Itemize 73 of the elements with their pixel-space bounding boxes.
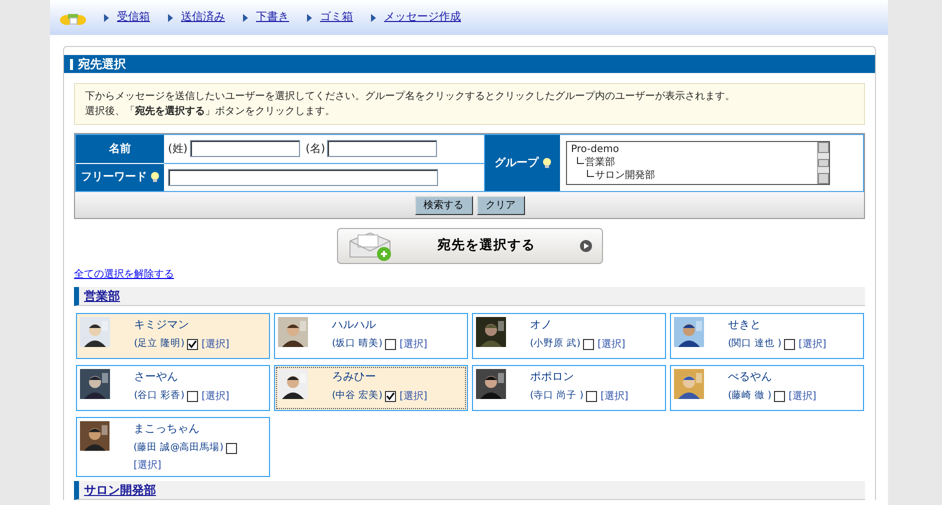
last-name-field[interactable] [190,140,300,158]
select-recipients-button[interactable]: 宛先を選択する [336,228,602,264]
play-icon [580,240,592,252]
checkbox[interactable] [385,339,396,350]
envelope-plus-icon [348,231,394,261]
clear-button[interactable]: クリア [476,196,524,214]
user-name: せきと [728,316,762,332]
user-name: オノ [530,316,553,332]
field-label: 名前 [76,135,164,164]
checkbox[interactable] [187,391,198,402]
user-full-name: (寺口 尚子 ) [530,389,584,404]
instruction-text: 選択後、「宛先を選択する」ボタンをクリックします。 [85,104,336,119]
select-link[interactable]: [選択] [597,337,626,352]
group-link[interactable]: 営業部 [84,286,120,304]
user-name: キミジマン [134,316,190,332]
user-full-name: (足立 隆明) [134,337,184,352]
nav-link[interactable]: 下書き [256,9,289,26]
user-full-name: (坂口 晴美) [332,337,382,352]
lightbulb-icon [542,158,550,168]
group-option[interactable]: サロン開発部 [571,169,813,182]
user-name: さーやん [134,368,179,384]
arrow-icon [168,14,173,22]
checkbox[interactable] [583,339,594,350]
select-link[interactable]: [選択] [399,337,428,352]
user-full-name: (関口 達也 ) [728,337,782,352]
select-link[interactable]: [選択] [600,389,628,404]
field-label: フリーワード [81,169,147,185]
nav-link[interactable]: メッセージ作成 [384,9,461,26]
user-name: ポポロン [530,368,575,384]
user-full-name: (藤崎 徹 ) [728,389,772,404]
checkbox[interactable] [586,391,598,402]
group-link[interactable]: サロン開発部 [84,481,156,500]
clear-all-link[interactable]: 全ての選択を解除する [74,267,174,282]
field-label: (姓) [168,140,188,156]
select-link[interactable]: [選択] [201,389,230,404]
group-option[interactable]: 営業部 [571,156,813,169]
user-name: ろみひー [332,368,377,384]
user-name: べるやん [728,368,773,384]
user-name: ハルハル [332,316,377,332]
arrow-icon [307,14,312,22]
checkbox[interactable] [226,442,238,454]
nav-link[interactable]: 受信箱 [117,9,150,26]
freeword-field[interactable] [168,168,438,186]
first-name-field[interactable] [327,140,438,158]
arrow-icon [104,14,109,22]
user-full-name: (小野原 武) [530,337,580,352]
title-marker [70,58,73,70]
user-full-name: (藤田 誠@高田馬場) [134,441,224,455]
arrow-icon [371,14,376,22]
lightbulb-icon [151,172,159,182]
checkbox[interactable] [774,391,786,402]
search-button[interactable]: 検索する [414,196,472,214]
nav-link[interactable]: 送信済み [181,9,225,26]
field-label: グループ [494,154,538,171]
select-link[interactable]: [選択] [399,389,428,404]
panel-title: 宛先選択 [78,56,126,73]
field-label: (名) [306,140,326,156]
scrollbar[interactable] [817,142,829,184]
user-full-name: (中谷 宏美) [332,389,382,404]
nav-link[interactable]: ゴミ箱 [320,9,353,26]
user-name: まこっちゃん [134,420,200,436]
arrow-icon [243,14,248,22]
checkbox[interactable] [784,339,796,350]
user-full-name: (谷口 彩香) [134,389,184,404]
checkbox[interactable] [385,391,396,402]
select-link[interactable]: [選択] [788,389,816,404]
instruction-text: 下からメッセージを送信したいユーザーを選択してください。グループ名をクリックするとクリックしたグループ内のユーザーが表示されます。 [85,90,736,104]
checkbox[interactable] [187,339,198,350]
select-link[interactable]: [選択] [201,337,230,352]
select-link[interactable]: [選択] [798,337,826,352]
select-link[interactable]: [選択] [134,458,162,474]
group-listbox[interactable]: Pro-demo 営業部 サロン開発部 [566,141,830,185]
group-option[interactable]: Pro-demo [571,143,813,156]
